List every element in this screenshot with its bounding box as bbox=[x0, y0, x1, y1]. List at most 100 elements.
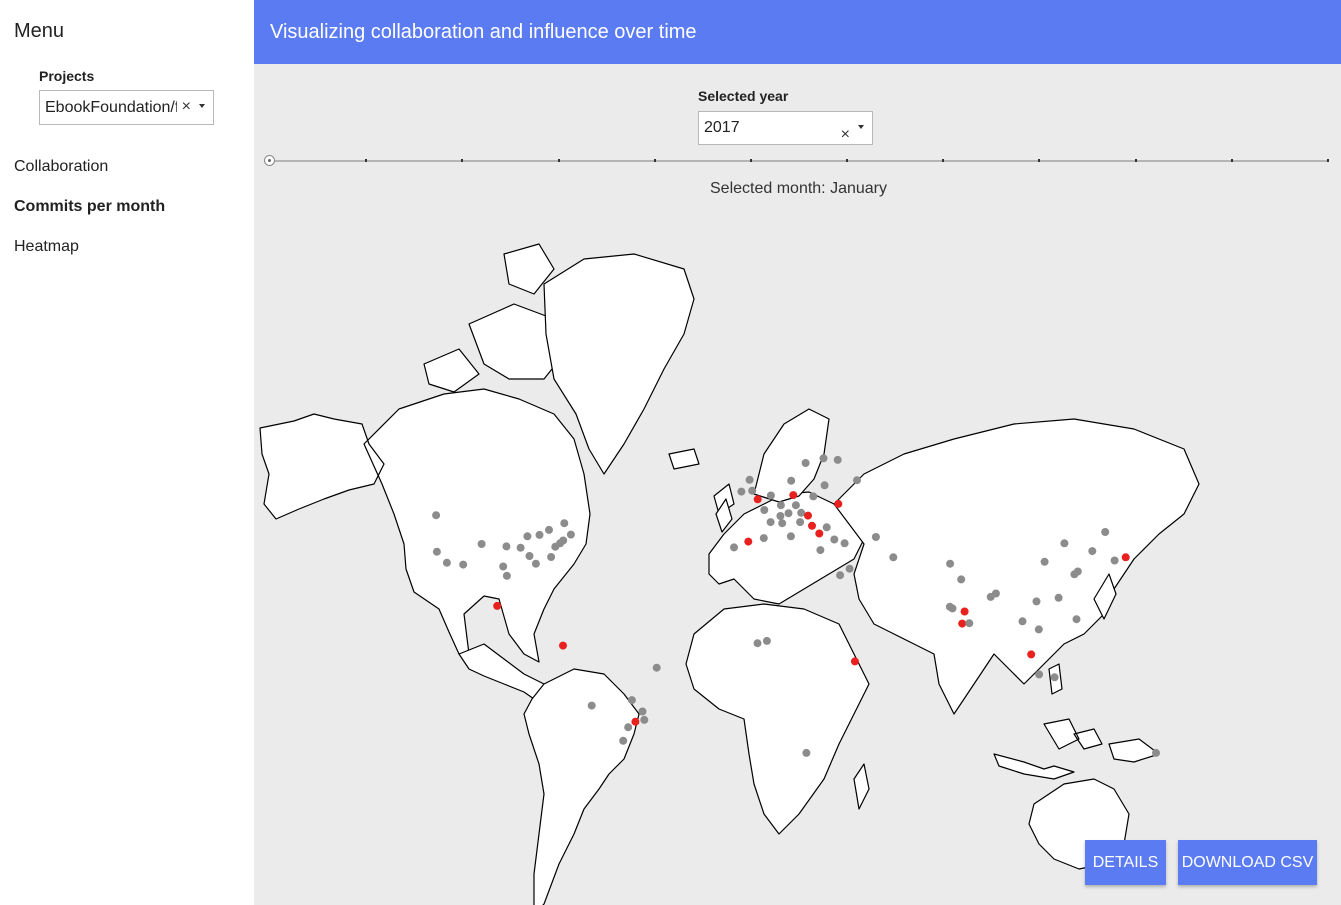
location-dot-gray[interactable] bbox=[627, 696, 636, 705]
location-dot-gray[interactable] bbox=[1152, 748, 1160, 757]
location-dot-gray[interactable] bbox=[551, 542, 560, 551]
location-dot-gray[interactable] bbox=[759, 534, 768, 543]
location-dot-red[interactable] bbox=[1121, 553, 1130, 562]
project-select[interactable]: EbookFoundation/free-programming-books × bbox=[39, 90, 214, 125]
location-dot-gray[interactable] bbox=[784, 509, 793, 518]
location-dot-red[interactable] bbox=[789, 491, 798, 500]
location-dot-gray[interactable] bbox=[1032, 597, 1041, 606]
month-slider-handle[interactable] bbox=[264, 155, 275, 166]
location-dot-gray[interactable] bbox=[965, 619, 974, 628]
location-dot-red[interactable] bbox=[808, 521, 816, 530]
location-dot-gray[interactable] bbox=[566, 530, 575, 539]
location-dot-gray[interactable] bbox=[502, 542, 511, 551]
location-dot-red[interactable] bbox=[834, 499, 843, 508]
location-dot-gray[interactable] bbox=[822, 523, 831, 532]
location-dot-gray[interactable] bbox=[1110, 556, 1119, 565]
location-dot-gray[interactable] bbox=[1040, 557, 1049, 566]
location-dot-gray[interactable] bbox=[830, 535, 839, 544]
location-dot-gray[interactable] bbox=[1088, 547, 1097, 556]
location-dot-gray[interactable] bbox=[1035, 670, 1044, 679]
location-dot-gray[interactable] bbox=[523, 532, 532, 541]
location-dot-gray[interactable] bbox=[819, 454, 828, 463]
location-dot-gray[interactable] bbox=[652, 663, 661, 672]
month-slider-track[interactable] bbox=[270, 160, 1328, 162]
location-dot-red[interactable] bbox=[744, 537, 753, 546]
location-dot-gray[interactable] bbox=[836, 571, 845, 580]
location-dot-gray[interactable] bbox=[559, 536, 568, 545]
location-dot-red[interactable] bbox=[631, 717, 640, 726]
location-dot-gray[interactable] bbox=[802, 748, 811, 757]
location-dot-gray[interactable] bbox=[786, 532, 795, 541]
location-dot-gray[interactable] bbox=[991, 589, 1000, 598]
year-clear-icon[interactable]: × bbox=[841, 119, 850, 151]
location-dot-gray[interactable] bbox=[624, 723, 633, 732]
location-dot-gray[interactable] bbox=[737, 487, 746, 496]
location-dot-red[interactable] bbox=[1027, 650, 1036, 659]
location-dot-red[interactable] bbox=[804, 511, 812, 520]
location-dot-gray[interactable] bbox=[762, 636, 771, 645]
location-dot-gray[interactable] bbox=[619, 736, 628, 745]
location-dot-gray[interactable] bbox=[853, 476, 861, 485]
location-dot-gray[interactable] bbox=[432, 511, 441, 520]
location-dot-red[interactable] bbox=[753, 495, 762, 504]
location-dot-red[interactable] bbox=[815, 529, 824, 538]
location-dot-gray[interactable] bbox=[1060, 539, 1069, 548]
location-dot-gray[interactable] bbox=[525, 552, 534, 560]
location-dot-gray[interactable] bbox=[845, 564, 854, 573]
location-dot-gray[interactable] bbox=[442, 558, 451, 567]
location-dot-gray[interactable] bbox=[809, 492, 818, 501]
location-dot-red[interactable] bbox=[559, 641, 567, 650]
location-dot-gray[interactable] bbox=[946, 559, 955, 568]
location-dot-gray[interactable] bbox=[459, 560, 468, 569]
location-dot-red[interactable] bbox=[493, 601, 502, 610]
location-dot-gray[interactable] bbox=[1050, 673, 1059, 682]
location-dot-gray[interactable] bbox=[776, 501, 785, 510]
location-dot-red[interactable] bbox=[958, 619, 967, 628]
location-dot-gray[interactable] bbox=[1034, 625, 1043, 634]
location-dot-gray[interactable] bbox=[948, 604, 957, 613]
location-dot-gray[interactable] bbox=[776, 512, 785, 520]
location-dot-gray[interactable] bbox=[640, 715, 649, 724]
location-dot-gray[interactable] bbox=[840, 539, 849, 548]
nav-item-collaboration[interactable]: Collaboration bbox=[14, 158, 108, 176]
location-dot-gray[interactable] bbox=[766, 491, 775, 500]
location-dot-gray[interactable] bbox=[1072, 615, 1081, 624]
location-dot-gray[interactable] bbox=[499, 562, 508, 571]
location-dot-gray[interactable] bbox=[816, 546, 825, 555]
location-dot-gray[interactable] bbox=[1054, 593, 1063, 602]
location-dot-gray[interactable] bbox=[787, 476, 796, 485]
location-dot-gray[interactable] bbox=[778, 519, 787, 528]
location-dot-gray[interactable] bbox=[516, 543, 525, 552]
location-dot-gray[interactable] bbox=[638, 707, 647, 716]
location-dot-gray[interactable] bbox=[745, 475, 754, 484]
location-dot-red[interactable] bbox=[850, 657, 859, 666]
location-dot-gray[interactable] bbox=[833, 455, 842, 464]
download-csv-button[interactable]: DOWNLOAD CSV bbox=[1178, 840, 1317, 885]
location-dot-gray[interactable] bbox=[560, 519, 569, 528]
location-dot-gray[interactable] bbox=[796, 518, 805, 527]
location-dot-gray[interactable] bbox=[587, 701, 596, 710]
location-dot-gray[interactable] bbox=[889, 553, 898, 562]
year-select[interactable]: 2017 × bbox=[698, 111, 873, 145]
location-dot-gray[interactable] bbox=[502, 571, 511, 580]
location-dot-gray[interactable] bbox=[531, 559, 540, 568]
location-dot-gray[interactable] bbox=[535, 530, 544, 539]
project-clear-icon[interactable]: × bbox=[182, 98, 191, 116]
location-dot-gray[interactable] bbox=[545, 525, 553, 534]
nav-item-commits-per-month[interactable]: Commits per month bbox=[14, 198, 165, 216]
location-dot-gray[interactable] bbox=[801, 459, 810, 467]
location-dot-gray[interactable] bbox=[957, 575, 966, 584]
nav-item-heatmap[interactable]: Heatmap bbox=[14, 238, 79, 256]
location-dot-gray[interactable] bbox=[1018, 617, 1027, 626]
location-dot-gray[interactable] bbox=[820, 481, 829, 490]
location-dot-gray[interactable] bbox=[477, 540, 486, 548]
location-dot-gray[interactable] bbox=[1070, 570, 1079, 579]
location-dot-gray[interactable] bbox=[760, 506, 769, 514]
location-dot-gray[interactable] bbox=[766, 518, 775, 527]
location-dot-gray[interactable] bbox=[432, 547, 441, 556]
details-button[interactable]: DETAILS bbox=[1085, 840, 1166, 885]
location-dot-gray[interactable] bbox=[730, 543, 738, 552]
location-dot-red[interactable] bbox=[960, 607, 969, 616]
location-dot-gray[interactable] bbox=[1101, 528, 1110, 536]
year-caret-down-icon[interactable] bbox=[858, 125, 864, 129]
